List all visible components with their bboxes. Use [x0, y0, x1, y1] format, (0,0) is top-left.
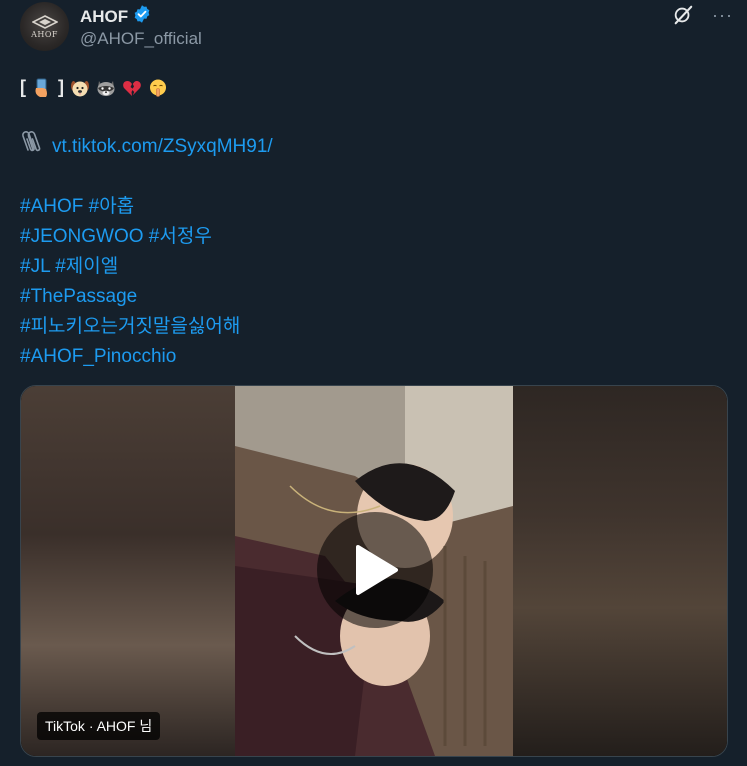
name-row: AHOF	[80, 4, 152, 29]
hashtag-line[interactable]: #JL #제이엘	[20, 252, 720, 282]
selfie-hand-icon	[32, 77, 52, 97]
more-options-button[interactable]: ···	[712, 6, 733, 24]
verified-badge-icon	[132, 4, 152, 29]
hashtag-line[interactable]: #AHOF #아홉	[20, 192, 720, 222]
video-blur-right	[513, 386, 727, 756]
diamond-logo-icon	[31, 14, 58, 29]
media-source-label: TikTok · AHOF 님	[37, 712, 161, 740]
tweet-header: AHOF AHOF @AHOF_official ···	[20, 2, 733, 52]
play-icon	[356, 545, 398, 595]
open-bracket: [	[20, 77, 26, 97]
hashtag-line[interactable]: #AHOF_Pinocchio	[20, 342, 720, 372]
header-actions: ···	[672, 4, 733, 26]
tiktok-link[interactable]: vt.tiktok.com/ZSyxqMH91/	[52, 132, 273, 162]
play-button[interactable]	[317, 512, 433, 628]
link-line: vt.tiktok.com/ZSyxqMH91/	[20, 130, 720, 164]
puppy-face-icon	[70, 77, 90, 97]
hashtag-line[interactable]: #JEONGWOO #서정우	[20, 222, 720, 252]
video-blur-left	[21, 386, 235, 756]
emoji-line: [ ]	[20, 72, 720, 102]
shushing-face-icon	[148, 77, 168, 97]
video-media-card[interactable]: TikTok · AHOF 님	[20, 385, 728, 757]
avatar[interactable]: AHOF	[20, 2, 69, 51]
close-bracket: ]	[58, 77, 64, 97]
avatar-logo-text: AHOF	[31, 29, 58, 39]
tweet-text: [ ] vt.tiktok.com/ZSyxqMH91/ #AHOF #아홉 #…	[20, 72, 720, 372]
display-name[interactable]: AHOF	[80, 7, 128, 27]
hashtag-line[interactable]: #피노키오는거짓말을싫어해	[20, 312, 720, 342]
grok-slash-icon[interactable]	[672, 4, 694, 26]
hashtag-line[interactable]: #ThePassage	[20, 282, 720, 312]
broken-heart-icon	[122, 77, 142, 97]
user-handle[interactable]: @AHOF_official	[80, 29, 202, 49]
paperclip-icon	[20, 130, 44, 164]
raccoon-face-icon	[96, 77, 116, 97]
